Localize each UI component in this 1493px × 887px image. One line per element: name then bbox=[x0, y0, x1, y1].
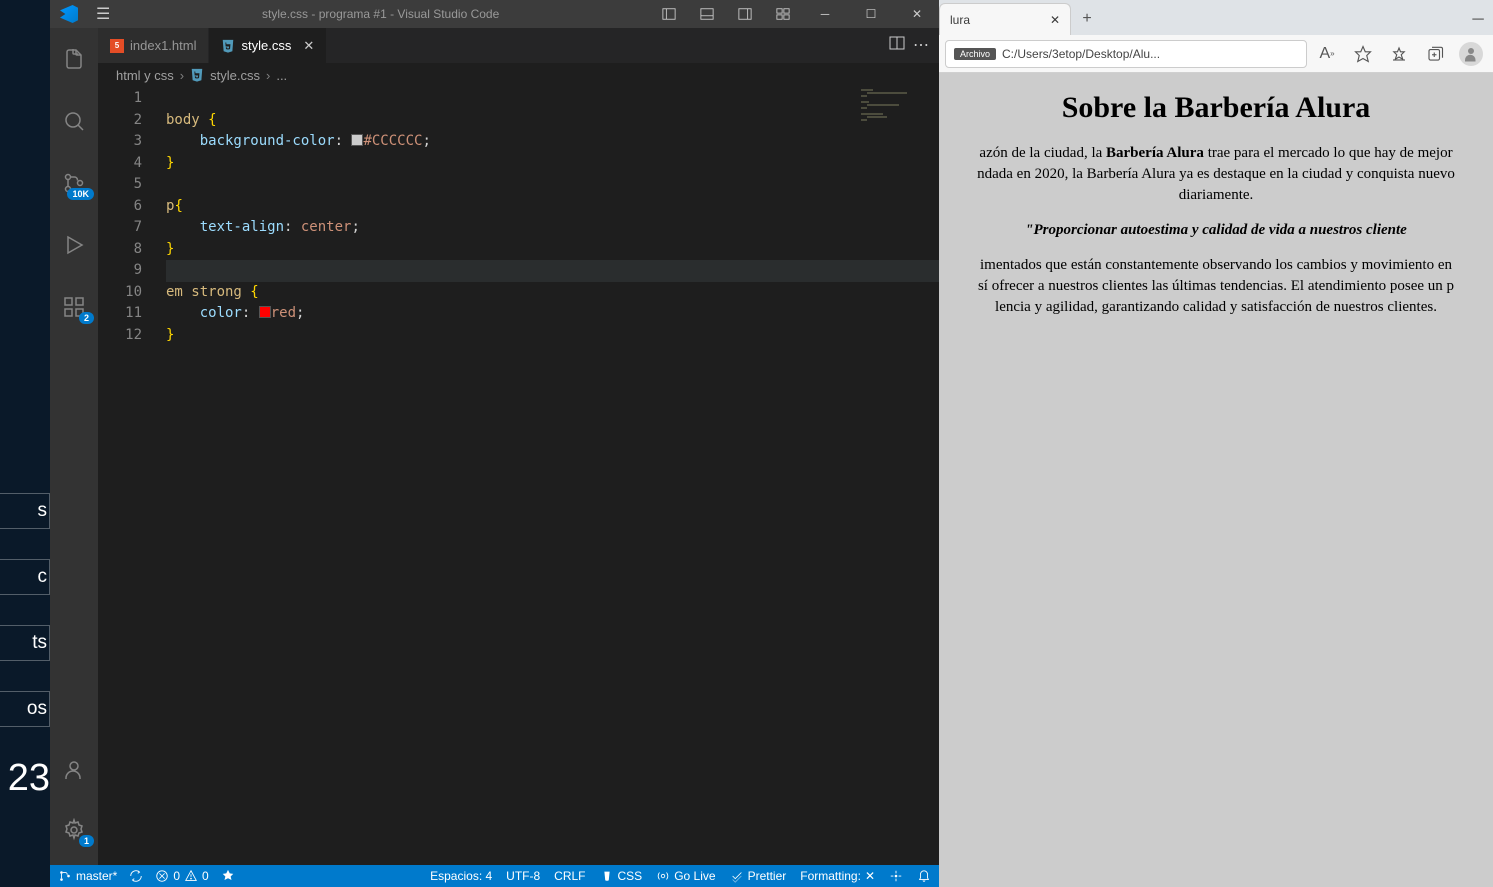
page-quote: "Proporcionar autoestima y calidad de vi… bbox=[939, 220, 1493, 241]
scm-badge: 10K bbox=[67, 188, 94, 200]
browser-tab[interactable]: lura ✕ bbox=[939, 3, 1071, 35]
breadcrumb-folder: html y css bbox=[116, 68, 174, 83]
address-text: C:/Users/3etop/Desktop/Alu... bbox=[1002, 47, 1160, 61]
layout-panel-left-icon[interactable] bbox=[651, 0, 687, 28]
activity-bar: 10K 2 1 bbox=[50, 28, 98, 865]
desktop-folder[interactable]: c bbox=[0, 559, 50, 595]
eol-indicator[interactable]: CRLF bbox=[554, 869, 585, 883]
settings-badge: 1 bbox=[79, 835, 94, 847]
desktop-folder[interactable]: ts bbox=[0, 625, 50, 661]
run-debug-icon[interactable] bbox=[50, 224, 98, 266]
close-tab-icon[interactable]: ✕ bbox=[1050, 13, 1060, 27]
golive-button[interactable]: Go Live bbox=[656, 869, 715, 883]
tab-index-html[interactable]: 5 index1.html bbox=[98, 28, 209, 63]
tab-style-css[interactable]: style.css ✕ bbox=[209, 28, 327, 63]
breadcrumb-file: style.css bbox=[210, 68, 260, 83]
customize-layout-icon[interactable] bbox=[765, 0, 801, 28]
page-paragraph: imentados que están constantemente obser… bbox=[939, 255, 1493, 318]
editor-area: 5 index1.html style.css ✕ ⋯ html y css › bbox=[98, 28, 939, 865]
address-bar[interactable]: Archivo C:/Users/3etop/Desktop/Alu... bbox=[945, 40, 1307, 68]
spaces-indicator[interactable]: Espacios: 4 bbox=[430, 869, 492, 883]
breadcrumb[interactable]: html y css › style.css › ... bbox=[98, 63, 939, 87]
language-indicator[interactable]: CSS bbox=[600, 869, 643, 883]
split-editor-icon[interactable] bbox=[889, 35, 905, 56]
vscode-window: ☰ style.css - programa #1 - Visual Studi… bbox=[50, 0, 939, 887]
desktop-folder[interactable]: s bbox=[0, 493, 50, 529]
vscode-logo-icon bbox=[60, 5, 78, 23]
tab-label: index1.html bbox=[130, 38, 196, 53]
read-aloud-icon[interactable]: A» bbox=[1311, 38, 1343, 70]
status-bar: master* 0 0 Espacios: 4 UTF-8 CRLF CSS G… bbox=[50, 865, 939, 887]
git-branch[interactable]: master* bbox=[58, 869, 117, 883]
desktop-clock: 23 bbox=[0, 757, 50, 800]
browser-toolbar: Archivo C:/Users/3etop/Desktop/Alu... A» bbox=[939, 35, 1493, 73]
close-button[interactable]: ✕ bbox=[895, 0, 939, 28]
minimize-button[interactable]: ─ bbox=[803, 0, 847, 28]
accounts-icon[interactable] bbox=[50, 749, 98, 791]
tab-label: style.css bbox=[241, 38, 291, 53]
search-icon[interactable] bbox=[50, 100, 98, 142]
layout-panel-bottom-icon[interactable] bbox=[689, 0, 725, 28]
css-file-icon bbox=[190, 68, 204, 82]
formatting-button[interactable]: Formatting: ✕ bbox=[800, 869, 875, 883]
settings-gear-icon[interactable]: 1 bbox=[50, 809, 98, 851]
window-title: style.css - programa #1 - Visual Studio … bbox=[110, 7, 651, 21]
browser-tab-title: lura bbox=[950, 13, 970, 27]
breadcrumb-more: ... bbox=[276, 68, 287, 83]
desktop-left-edge: s c ts os 23 bbox=[0, 0, 50, 887]
source-control-icon[interactable]: 10K bbox=[50, 162, 98, 204]
html-file-icon: 5 bbox=[110, 39, 124, 53]
code-editor[interactable]: 123456789101112 body { background-color:… bbox=[98, 87, 939, 865]
close-tab-icon[interactable]: ✕ bbox=[303, 38, 314, 54]
prettier-button[interactable]: Prettier bbox=[730, 869, 787, 883]
new-tab-button[interactable]: + bbox=[1071, 3, 1103, 35]
feedback-icon[interactable] bbox=[889, 869, 903, 883]
extensions-badge: 2 bbox=[79, 312, 94, 324]
page-paragraph: azón de la ciudad, la Barbería Alura tra… bbox=[939, 143, 1493, 206]
encoding-indicator[interactable]: UTF-8 bbox=[506, 869, 540, 883]
page-heading: Sobre la Barbería Alura bbox=[939, 91, 1493, 125]
line-numbers: 123456789101112 bbox=[98, 87, 166, 865]
code-content[interactable]: body { background-color: #CCCCCC;} p{ te… bbox=[166, 87, 939, 865]
favorites-list-icon[interactable] bbox=[1383, 38, 1415, 70]
css-file-icon bbox=[221, 39, 235, 53]
titlebar: ☰ style.css - programa #1 - Visual Studi… bbox=[50, 0, 939, 28]
browser-viewport[interactable]: Sobre la Barbería Alura azón de la ciuda… bbox=[939, 73, 1493, 887]
sync-icon[interactable] bbox=[129, 869, 143, 883]
collections-icon[interactable] bbox=[1419, 38, 1451, 70]
layout-panel-right-icon[interactable] bbox=[727, 0, 763, 28]
minimize-button[interactable]: ─ bbox=[1463, 5, 1493, 35]
favorite-star-icon[interactable] bbox=[1347, 38, 1379, 70]
minimap[interactable] bbox=[861, 89, 921, 122]
vertical-scrollbar[interactable] bbox=[925, 87, 939, 865]
browser-tab-strip: lura ✕ + ─ bbox=[939, 0, 1493, 35]
file-protocol-label: Archivo bbox=[954, 48, 996, 60]
port-icon[interactable] bbox=[221, 869, 235, 883]
taskbar bbox=[0, 840, 50, 887]
editor-tabs: 5 index1.html style.css ✕ ⋯ bbox=[98, 28, 939, 63]
problems[interactable]: 0 0 bbox=[155, 869, 208, 883]
explorer-icon[interactable] bbox=[50, 38, 98, 80]
menu-icon[interactable]: ☰ bbox=[96, 4, 110, 24]
profile-avatar[interactable] bbox=[1455, 38, 1487, 70]
chevron-right-icon: › bbox=[266, 68, 270, 83]
notifications-bell-icon[interactable] bbox=[917, 869, 931, 883]
more-actions-icon[interactable]: ⋯ bbox=[913, 35, 929, 56]
maximize-button[interactable]: ☐ bbox=[849, 0, 893, 28]
browser-window: lura ✕ + ─ Archivo C:/Users/3etop/Deskto… bbox=[939, 0, 1493, 887]
chevron-right-icon: › bbox=[180, 68, 184, 83]
desktop-folder[interactable]: os bbox=[0, 691, 50, 727]
extensions-icon[interactable]: 2 bbox=[50, 286, 98, 328]
